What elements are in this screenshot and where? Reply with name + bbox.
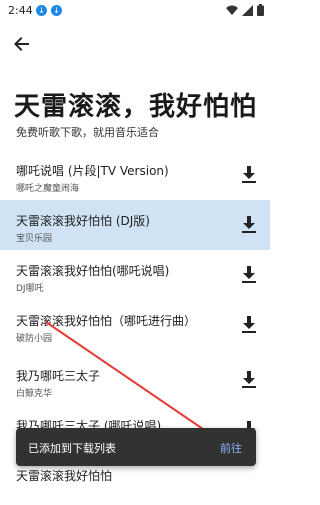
song-title: 天雷滚滚我好怕怕(哪吒说唱) <box>16 264 170 278</box>
song-artist: 宝贝乐园 <box>16 234 53 244</box>
download-icon <box>242 166 256 183</box>
song-title: 哪吒说唱 (片段|TV Version) <box>16 164 169 178</box>
song-item[interactable]: 天雷滚滚我好怕怕(哪吒说唱) DJ哪吒 <box>0 250 270 300</box>
song-item[interactable]: 我乃哪吒三太子 白鲸克华 <box>0 355 270 405</box>
snackbar-action-button[interactable]: 前往 <box>220 440 242 456</box>
download-icon <box>242 316 256 333</box>
signal-icon <box>242 4 253 16</box>
wifi-icon <box>226 5 238 15</box>
snackbar: 已添加到下载列表 前往 <box>16 428 256 466</box>
song-item[interactable]: 天雷滚滚我好怕怕 (DJ版) 宝贝乐园 <box>0 200 270 250</box>
download-button[interactable] <box>240 265 258 285</box>
song-title: 我乃哪吒三太子 <box>16 369 101 383</box>
download-button[interactable] <box>240 165 258 185</box>
song-artist: DJ哪吒 <box>16 284 44 294</box>
download-button[interactable] <box>240 370 258 390</box>
battery-icon <box>257 4 264 16</box>
download-button[interactable] <box>240 315 258 335</box>
status-time: 2:44 <box>8 4 33 17</box>
back-button[interactable] <box>10 32 34 56</box>
download-button[interactable] <box>240 215 258 235</box>
song-title: 天雷滚滚我好怕怕 (DJ版) <box>16 214 150 228</box>
download-icon <box>242 266 256 283</box>
page-title: 天雷滚滚，我好怕怕 <box>14 92 258 122</box>
download-icon <box>242 216 256 233</box>
download-icon <box>242 371 256 388</box>
snackbar-message: 已添加到下载列表 <box>28 442 116 455</box>
song-title: 天雷滚滚我好怕怕（哪吒进行曲） <box>16 314 197 328</box>
song-artist: 破防小园 <box>16 334 53 344</box>
song-item[interactable]: 天雷滚滚我好怕怕（哪吒进行曲） 破防小园 <box>0 300 270 350</box>
song-title: 天雷滚滚我好怕怕 <box>16 469 113 483</box>
status-bar: 2:44 ↓ ↓ <box>0 0 270 22</box>
page-subtitle: 免费听歌下歌，就用音乐适合 <box>16 126 159 139</box>
song-artist: 哪吒之魔童闹海 <box>16 184 80 194</box>
download-notification-icon: ↓ <box>36 5 47 16</box>
song-artist: 白鲸克华 <box>16 389 53 399</box>
arrow-back-icon <box>14 37 29 51</box>
download-notification-icon: ↓ <box>51 5 62 16</box>
song-item[interactable]: 哪吒说唱 (片段|TV Version) 哪吒之魔童闹海 <box>0 150 270 200</box>
status-icons <box>226 4 264 16</box>
